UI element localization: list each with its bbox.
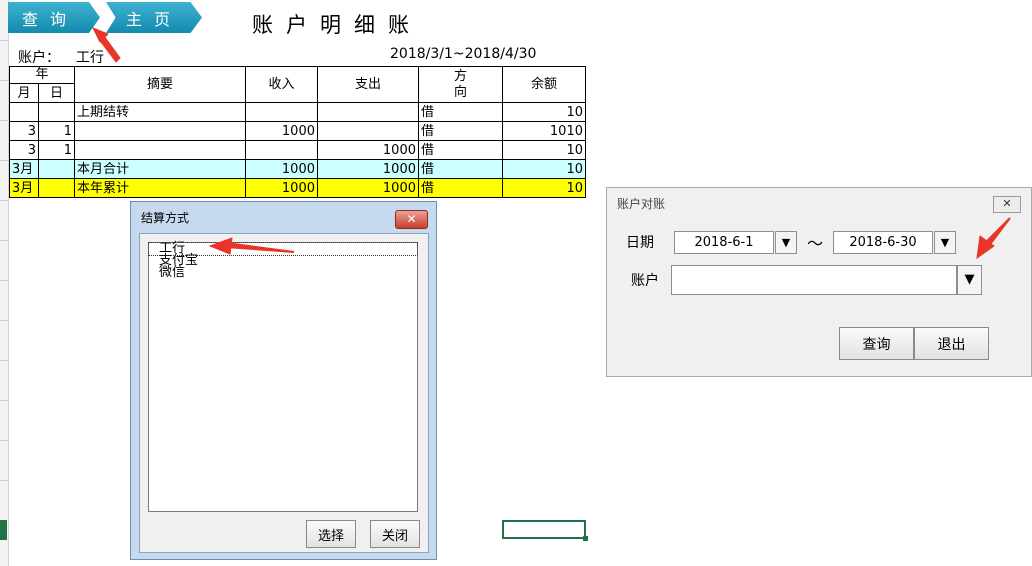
table-row-month-total: 3月 本月合计 1000 1000 借 10 <box>9 159 586 179</box>
cell-day[interactable] <box>38 159 75 179</box>
close-icon[interactable]: ✕ <box>993 196 1021 213</box>
cell-income[interactable]: 1000 <box>245 121 318 141</box>
list-item[interactable]: 微信 <box>159 266 417 279</box>
cell-expense[interactable]: 1000 <box>317 140 419 160</box>
cell-balance[interactable]: 10 <box>502 178 586 198</box>
ledger-table: 年 摘要 收入 支出 方 向 余额 月 日 上期结转 借 10 3 1 1000… <box>9 66 586 198</box>
row-header-gutter <box>0 0 9 566</box>
list-item[interactable]: 支付宝 <box>159 254 417 267</box>
cell-day[interactable]: 1 <box>38 121 75 141</box>
settlement-dialog-title: 结算方式 <box>141 211 190 225</box>
cell-summary[interactable]: 本年累计 <box>74 178 246 198</box>
cell-month[interactable]: 3月 <box>9 178 39 198</box>
cell-expense[interactable] <box>317 102 419 122</box>
cell-income[interactable] <box>245 102 318 122</box>
arrow-icon <box>91 27 109 43</box>
cell-direction[interactable]: 借 <box>418 140 503 160</box>
cell-expense[interactable]: 1000 <box>317 178 419 198</box>
header-direction: 方 向 <box>418 66 503 103</box>
settlement-listbox[interactable]: 工行 支付宝 微信 <box>148 242 418 512</box>
header-direction-line1: 方 <box>453 68 467 84</box>
cell-income[interactable]: 1000 <box>245 178 318 198</box>
cell-month[interactable]: 3月 <box>9 159 39 179</box>
table-row-year-total: 3月 本年累计 1000 1000 借 10 <box>9 178 586 198</box>
header-day: 日 <box>38 83 75 103</box>
table-row: 3 1 1000 借 1010 <box>9 121 586 141</box>
date-from-field[interactable]: 2018-6-1 <box>674 231 774 254</box>
cell-expense[interactable] <box>317 121 419 141</box>
cell-day[interactable] <box>38 178 75 198</box>
cell-direction[interactable]: 借 <box>418 159 503 179</box>
selected-cell[interactable] <box>502 520 588 541</box>
table-row: 上期结转 借 10 <box>9 102 586 122</box>
home-nav-button[interactable]: 主页 <box>106 2 202 33</box>
chevron-down-icon[interactable]: ▼ <box>775 231 797 254</box>
date-range-cell: 2018/3/1~2018/4/30 <box>390 46 537 62</box>
chevron-down-icon[interactable]: ▼ <box>957 265 982 295</box>
date-label: 日期 <box>626 235 654 251</box>
cell-expense[interactable]: 1000 <box>317 159 419 179</box>
header-direction-line2: 向 <box>453 84 467 100</box>
cell-summary[interactable]: 上期结转 <box>74 102 246 122</box>
reconcile-dialog-title: 账户对账 <box>617 196 666 211</box>
chevron-down-icon[interactable]: ▼ <box>934 231 956 254</box>
header-expense: 支出 <box>317 66 419 103</box>
cell-summary[interactable] <box>74 121 246 141</box>
cell-balance[interactable]: 10 <box>502 159 586 179</box>
cell-direction[interactable]: 借 <box>418 178 503 198</box>
settlement-dialog-body: 工行 支付宝 微信 选择 关闭 <box>139 233 429 553</box>
cell-month[interactable]: 3 <box>9 121 39 141</box>
query-nav-button[interactable]: 查询 <box>8 2 100 33</box>
header-balance: 余额 <box>502 66 586 103</box>
account-reconcile-dialog: 账户对账 ✕ 日期 2018-6-1 ▼ ～ 2018-6-30 ▼ 账户 ▼ … <box>606 187 1032 377</box>
cell-month[interactable]: 3 <box>9 140 39 160</box>
select-button[interactable]: 选择 <box>306 520 356 548</box>
cell-day[interactable]: 1 <box>38 140 75 160</box>
settlement-method-dialog: 结算方式 ✕ 工行 支付宝 微信 选择 关闭 <box>130 201 437 560</box>
table-row: 3 1 1000 借 10 <box>9 140 586 160</box>
account-select[interactable] <box>671 265 957 295</box>
header-year: 年 <box>9 66 75 84</box>
cell-day[interactable] <box>38 102 75 122</box>
cell-income[interactable]: 1000 <box>245 159 318 179</box>
cell-balance[interactable]: 10 <box>502 102 586 122</box>
account-value-cell[interactable]: 工行 <box>76 47 104 67</box>
cell-direction[interactable]: 借 <box>418 102 503 122</box>
cell-direction[interactable]: 借 <box>418 121 503 141</box>
account-label: 账户： <box>18 50 60 66</box>
query-button[interactable]: 查询 <box>839 327 914 360</box>
date-to-field[interactable]: 2018-6-30 <box>833 231 933 254</box>
cell-balance[interactable]: 1010 <box>502 121 586 141</box>
close-icon[interactable]: ✕ <box>395 210 428 229</box>
cell-income[interactable] <box>245 140 318 160</box>
header-month: 月 <box>9 83 39 103</box>
active-row-marker <box>0 520 7 540</box>
cell-balance[interactable]: 10 <box>502 140 586 160</box>
cell-summary[interactable] <box>74 140 246 160</box>
header-income: 收入 <box>245 66 318 103</box>
exit-button[interactable]: 退出 <box>914 327 989 360</box>
date-separator: ～ <box>807 234 824 253</box>
header-summary: 摘要 <box>74 66 246 103</box>
close-button[interactable]: 关闭 <box>370 520 420 548</box>
account-label: 账户 <box>631 273 659 289</box>
cell-summary[interactable]: 本月合计 <box>74 159 246 179</box>
cell-month[interactable] <box>9 102 39 122</box>
page-title: 账户明细账 <box>252 13 422 37</box>
